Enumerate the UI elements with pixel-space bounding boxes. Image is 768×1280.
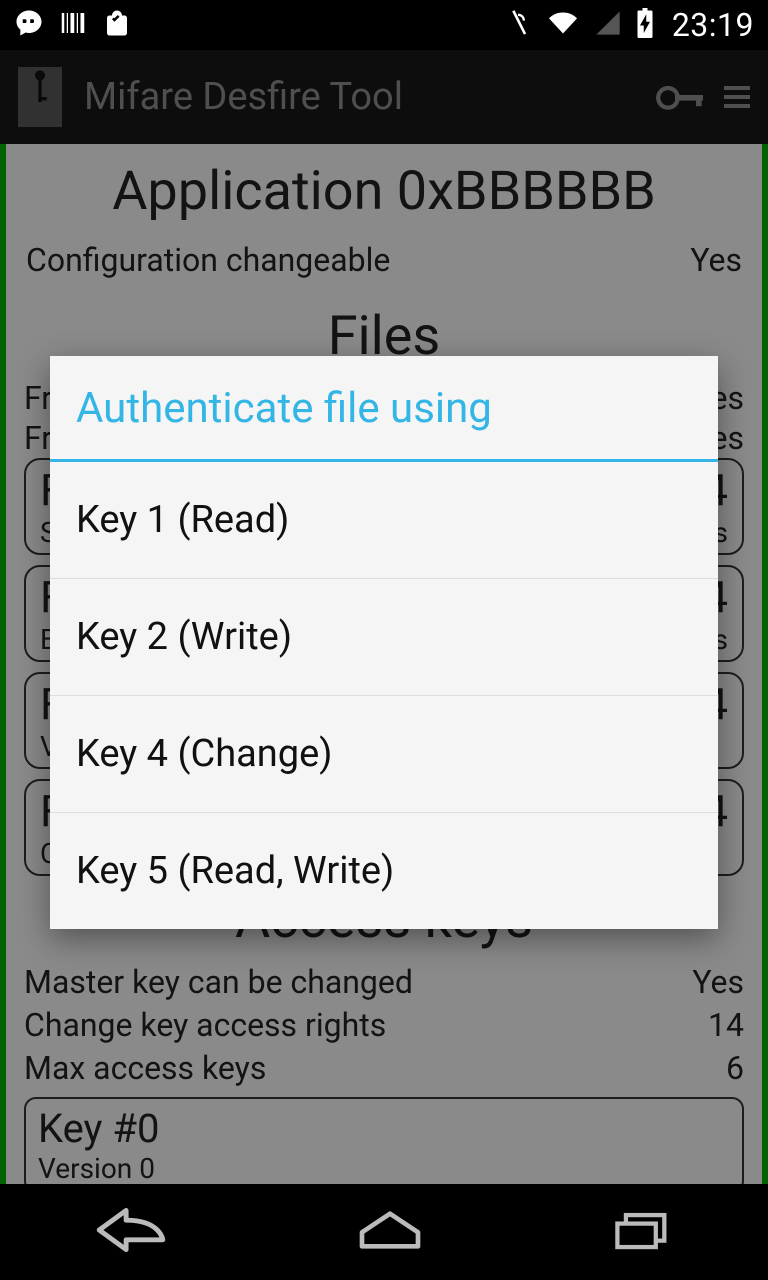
shopping-icon <box>102 8 132 42</box>
back-button[interactable] <box>93 1208 169 1256</box>
navigation-bar <box>0 1184 768 1280</box>
vibrate-icon <box>504 9 532 41</box>
battery-charging-icon <box>636 8 654 42</box>
hangouts-icon <box>14 8 44 42</box>
signal-icon <box>594 9 622 41</box>
dialog-option-key4[interactable]: Key 4 (Change) <box>50 696 718 813</box>
auth-dialog: Authenticate file using Key 1 (Read) Key… <box>50 356 718 929</box>
dialog-option-key2[interactable]: Key 2 (Write) <box>50 579 718 696</box>
dialog-option-key1[interactable]: Key 1 (Read) <box>50 462 718 579</box>
barcode-icon <box>58 8 88 42</box>
home-button[interactable] <box>355 1208 425 1256</box>
status-bar: 23:19 <box>0 0 768 50</box>
recents-button[interactable] <box>611 1208 675 1256</box>
dialog-title: Authenticate file using <box>50 356 718 459</box>
wifi-icon <box>546 9 580 41</box>
dialog-option-key5[interactable]: Key 5 (Read, Write) <box>50 813 718 929</box>
status-time: 23:19 <box>672 6 754 44</box>
